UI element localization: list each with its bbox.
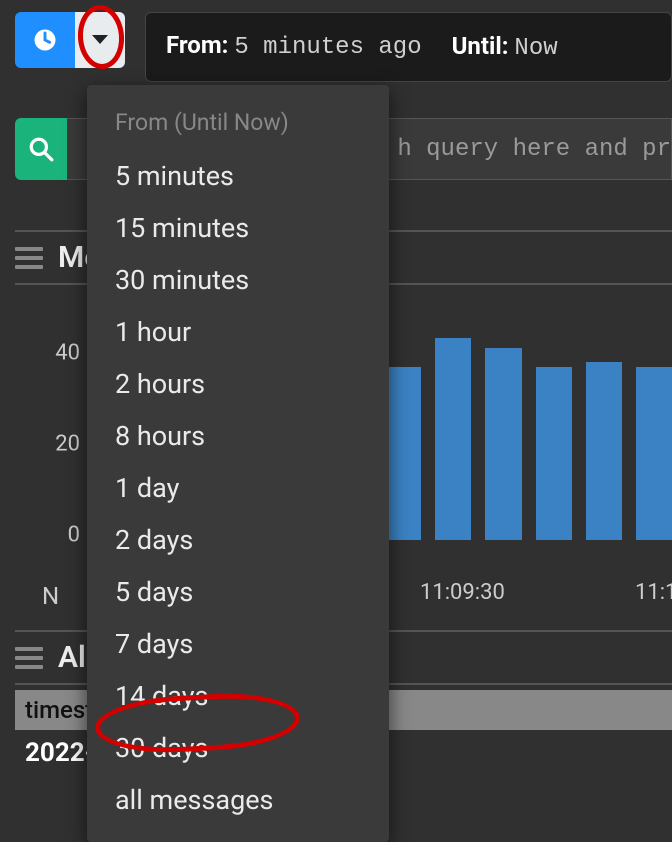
clock-icon [31,26,59,54]
chart-bar [636,367,672,540]
caret-down-icon [91,34,109,46]
dropdown-item[interactable]: 2 hours [87,358,389,410]
from-value: 5 minutes ago [234,34,421,61]
x-tick: 11:09:30 [420,580,505,605]
dropdown-item[interactable]: 8 hours [87,410,389,462]
dropdown-item[interactable]: 30 days [87,722,389,774]
time-range-dropdown: From (Until Now) 5 minutes15 minutes30 m… [87,85,389,842]
dropdown-item[interactable]: 15 minutes [87,202,389,254]
dropdown-title: From (Until Now) [87,97,389,150]
dropdown-item[interactable]: 5 days [87,566,389,618]
search-button[interactable] [15,118,67,180]
n-label: N [42,582,59,610]
until-label: Until [452,32,502,60]
hamburger-icon[interactable] [15,647,43,669]
search-icon [28,136,54,162]
time-range-dropdown-toggle[interactable] [75,12,125,68]
dropdown-item[interactable]: 1 day [87,462,389,514]
dropdown-item[interactable]: 5 minutes [87,150,389,202]
chart-bar [385,367,421,540]
dropdown-item[interactable]: all messages [87,774,389,826]
y-tick: 40 [55,340,80,365]
y-tick: 20 [55,432,80,457]
y-tick: 0 [68,523,80,548]
time-range-button[interactable] [15,12,75,68]
dropdown-item[interactable]: 30 minutes [87,254,389,306]
chart-bar [586,362,622,540]
dropdown-item[interactable]: 14 days [87,670,389,722]
chart-bar [536,367,572,540]
x-tick: 11:10:00 [635,580,672,605]
chart-bar [435,338,471,540]
from-label: From [166,31,222,59]
until-value: Now [514,35,557,62]
dropdown-item[interactable]: 7 days [87,618,389,670]
hamburger-icon[interactable] [15,247,43,269]
chart-bar [485,348,521,540]
time-range-display[interactable]: From: 5 minutes ago Until: Now [145,12,672,82]
dropdown-item[interactable]: 2 days [87,514,389,566]
dropdown-item[interactable]: 1 hour [87,306,389,358]
